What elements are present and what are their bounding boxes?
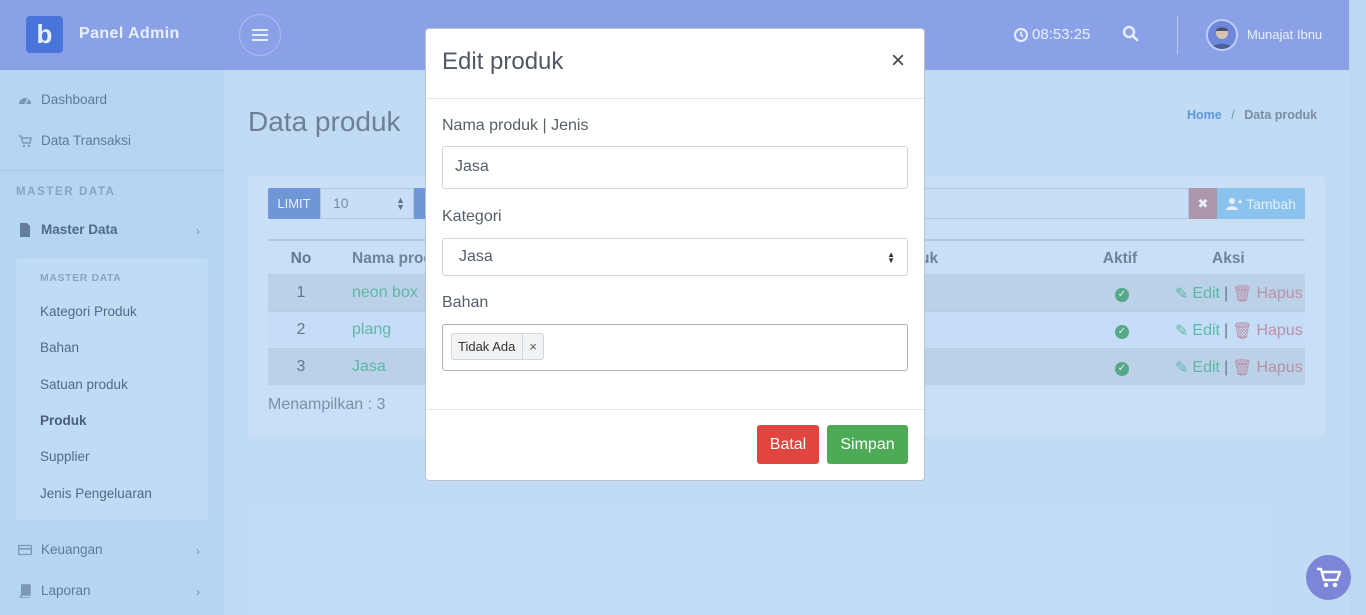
product-name-field[interactable]: Jasa <box>442 146 908 189</box>
name-label: Nama produk | Jenis <box>442 117 589 134</box>
shopping-cart-icon <box>1316 567 1341 587</box>
cancel-button[interactable]: Batal <box>757 425 819 464</box>
select-arrows-icon: ▲ ▼ <box>887 250 895 265</box>
remove-tag-icon[interactable]: × <box>523 339 543 354</box>
bahan-tag-label: Tidak Ada <box>452 334 524 359</box>
bahan-multiselect[interactable]: Tidak Ada × <box>442 324 908 371</box>
modal-title: Edit produk <box>442 48 564 75</box>
save-button[interactable]: Simpan <box>827 425 908 464</box>
kategori-label: Kategori <box>442 208 502 225</box>
bahan-label: Bahan <box>442 294 489 311</box>
close-icon[interactable]: × <box>891 47 905 75</box>
edit-product-modal: Edit produk × Nama produk | Jenis Jasa K… <box>425 28 925 481</box>
modal-footer-divider <box>426 409 924 410</box>
bahan-tag: Tidak Ada × <box>451 333 544 360</box>
cart-fab-button[interactable] <box>1306 555 1351 600</box>
kategori-select-value: Jasa <box>459 248 493 265</box>
modal-header-divider <box>426 98 924 99</box>
kategori-select[interactable]: Jasa ▲ ▼ <box>442 238 908 276</box>
